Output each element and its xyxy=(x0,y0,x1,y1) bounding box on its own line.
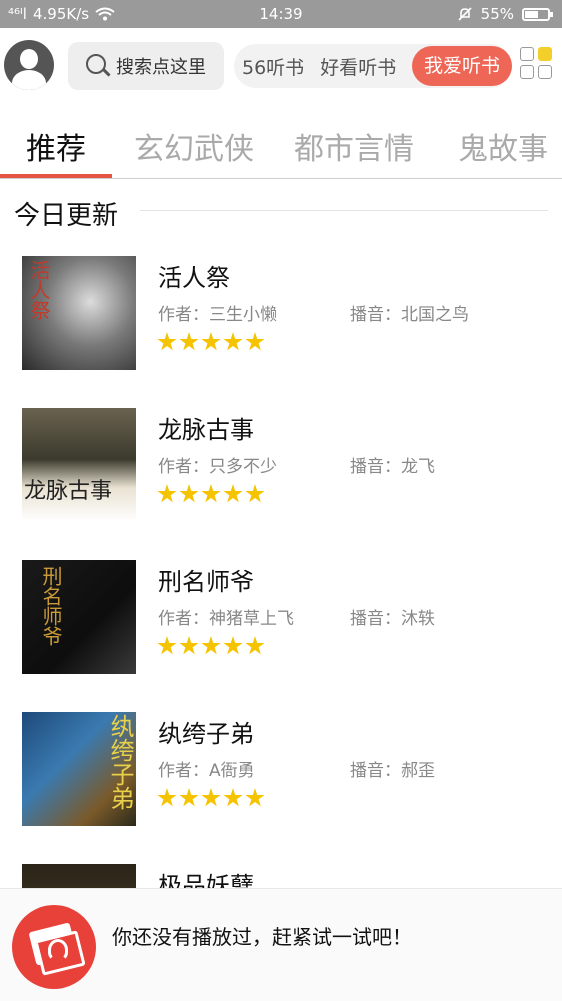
search-icon xyxy=(86,54,110,78)
user-avatar-icon[interactable] xyxy=(4,40,54,90)
tab-fantasy[interactable]: 玄幻武侠 xyxy=(134,124,254,168)
book-cover[interactable]: 纨绔子弟 xyxy=(22,712,136,826)
star-icon xyxy=(245,332,265,351)
book-narrator: 播音：北国之鸟 xyxy=(350,305,469,325)
star-icon xyxy=(179,332,199,351)
grid-cell xyxy=(538,47,552,61)
star-rating xyxy=(157,788,265,808)
grid-cell xyxy=(538,65,552,79)
source-tab-woai[interactable]: 我爱听书 xyxy=(411,46,512,86)
book-cover[interactable]: 龙脉古事 xyxy=(22,408,136,522)
cover-title: 活人祭 xyxy=(27,260,51,320)
star-icon xyxy=(157,636,177,655)
book-cover[interactable]: 活人祭 xyxy=(22,256,136,370)
book-title: 活人祭 xyxy=(158,264,230,292)
cover-title: 纨绔子弟 xyxy=(106,714,134,810)
book-title: 刑名师爷 xyxy=(158,568,254,596)
star-rating xyxy=(157,636,265,656)
star-icon xyxy=(245,636,265,655)
book-author: 作者：三生小懒 xyxy=(158,305,277,325)
grid-menu-icon[interactable] xyxy=(520,47,554,81)
search-box[interactable]: 搜索点这里 xyxy=(68,42,224,90)
tab-urban[interactable]: 都市言情 xyxy=(294,124,414,168)
book-item[interactable]: 活人祭 活人祭 作者：三生小懒 播音：北国之鸟 xyxy=(0,256,562,396)
book-item[interactable]: 龙脉古事 龙脉古事 作者：只多不少 播音：龙飞 xyxy=(0,408,562,548)
star-icon xyxy=(201,636,221,655)
grid-cell xyxy=(520,47,534,61)
source-tab-56[interactable]: 56听书 xyxy=(234,53,312,80)
status-bar: ⁴⁶ᴵl 4.95K/s 14:39 55% xyxy=(0,0,562,28)
book-author: 作者：只多不少 xyxy=(158,457,277,477)
star-icon xyxy=(179,484,199,503)
star-icon xyxy=(157,332,177,351)
book-title: 纨绔子弟 xyxy=(158,720,254,748)
source-tab-haokan[interactable]: 好看听书 xyxy=(312,53,404,80)
status-right: 55% xyxy=(457,5,553,23)
listen-book-logo-icon[interactable] xyxy=(12,905,96,989)
book-author: 作者：神猪草上飞 xyxy=(158,609,294,629)
star-rating xyxy=(157,484,265,504)
battery-fill xyxy=(525,10,539,18)
logo-headphone xyxy=(48,939,68,961)
category-tabs: 推荐 玄幻武侠 都市言情 鬼故事 xyxy=(0,108,562,178)
book-item[interactable]: 纨绔子弟 纨绔子弟 作者：A衙勇 播音：郝歪 xyxy=(0,712,562,852)
search-placeholder: 搜索点这里 xyxy=(116,57,206,78)
section-title: 今日更新 xyxy=(14,201,119,231)
avatar-body xyxy=(12,70,46,90)
book-narrator: 播音：龙飞 xyxy=(350,457,435,477)
star-icon xyxy=(223,332,243,351)
section-divider xyxy=(140,210,548,211)
top-nav: 搜索点这里 56听书 好看听书 我爱听书 xyxy=(0,28,562,108)
star-icon xyxy=(157,788,177,807)
mute-bell-icon xyxy=(458,7,472,21)
star-icon xyxy=(179,636,199,655)
book-item[interactable]: 刑名师爷 刑名师爷 作者：神猪草上飞 播音：沐轶 xyxy=(0,560,562,700)
star-icon xyxy=(245,788,265,807)
star-icon xyxy=(223,788,243,807)
book-cover[interactable]: 刑名师爷 xyxy=(22,560,136,674)
book-author: 作者：A衙勇 xyxy=(158,761,255,781)
player-bar[interactable]: 你还没有播放过，赶紧试一试吧！ xyxy=(0,888,562,1001)
star-icon xyxy=(245,484,265,503)
book-title: 龙脉古事 xyxy=(158,416,254,444)
tab-recommend[interactable]: 推荐 xyxy=(26,124,86,168)
player-message: 你还没有播放过，赶紧试一试吧！ xyxy=(112,925,412,949)
star-icon xyxy=(201,788,221,807)
grid-cell xyxy=(520,65,534,79)
battery-icon xyxy=(522,7,553,21)
star-icon xyxy=(223,484,243,503)
star-rating xyxy=(157,332,265,352)
cover-title: 龙脉古事 xyxy=(24,479,113,504)
source-tabs: 56听书 好看听书 我爱听书 xyxy=(234,44,512,88)
tab-divider xyxy=(0,178,562,179)
battery-percent: 55% xyxy=(480,5,514,23)
star-icon xyxy=(223,636,243,655)
avatar-head xyxy=(20,49,38,69)
book-narrator: 播音：郝歪 xyxy=(350,761,435,781)
cover-title: 刑名师爷 xyxy=(39,566,63,646)
star-icon xyxy=(157,484,177,503)
star-icon xyxy=(201,484,221,503)
star-icon xyxy=(179,788,199,807)
star-icon xyxy=(201,332,221,351)
book-narrator: 播音：沐轶 xyxy=(350,609,435,629)
tab-ghost[interactable]: 鬼故事 xyxy=(458,124,548,168)
